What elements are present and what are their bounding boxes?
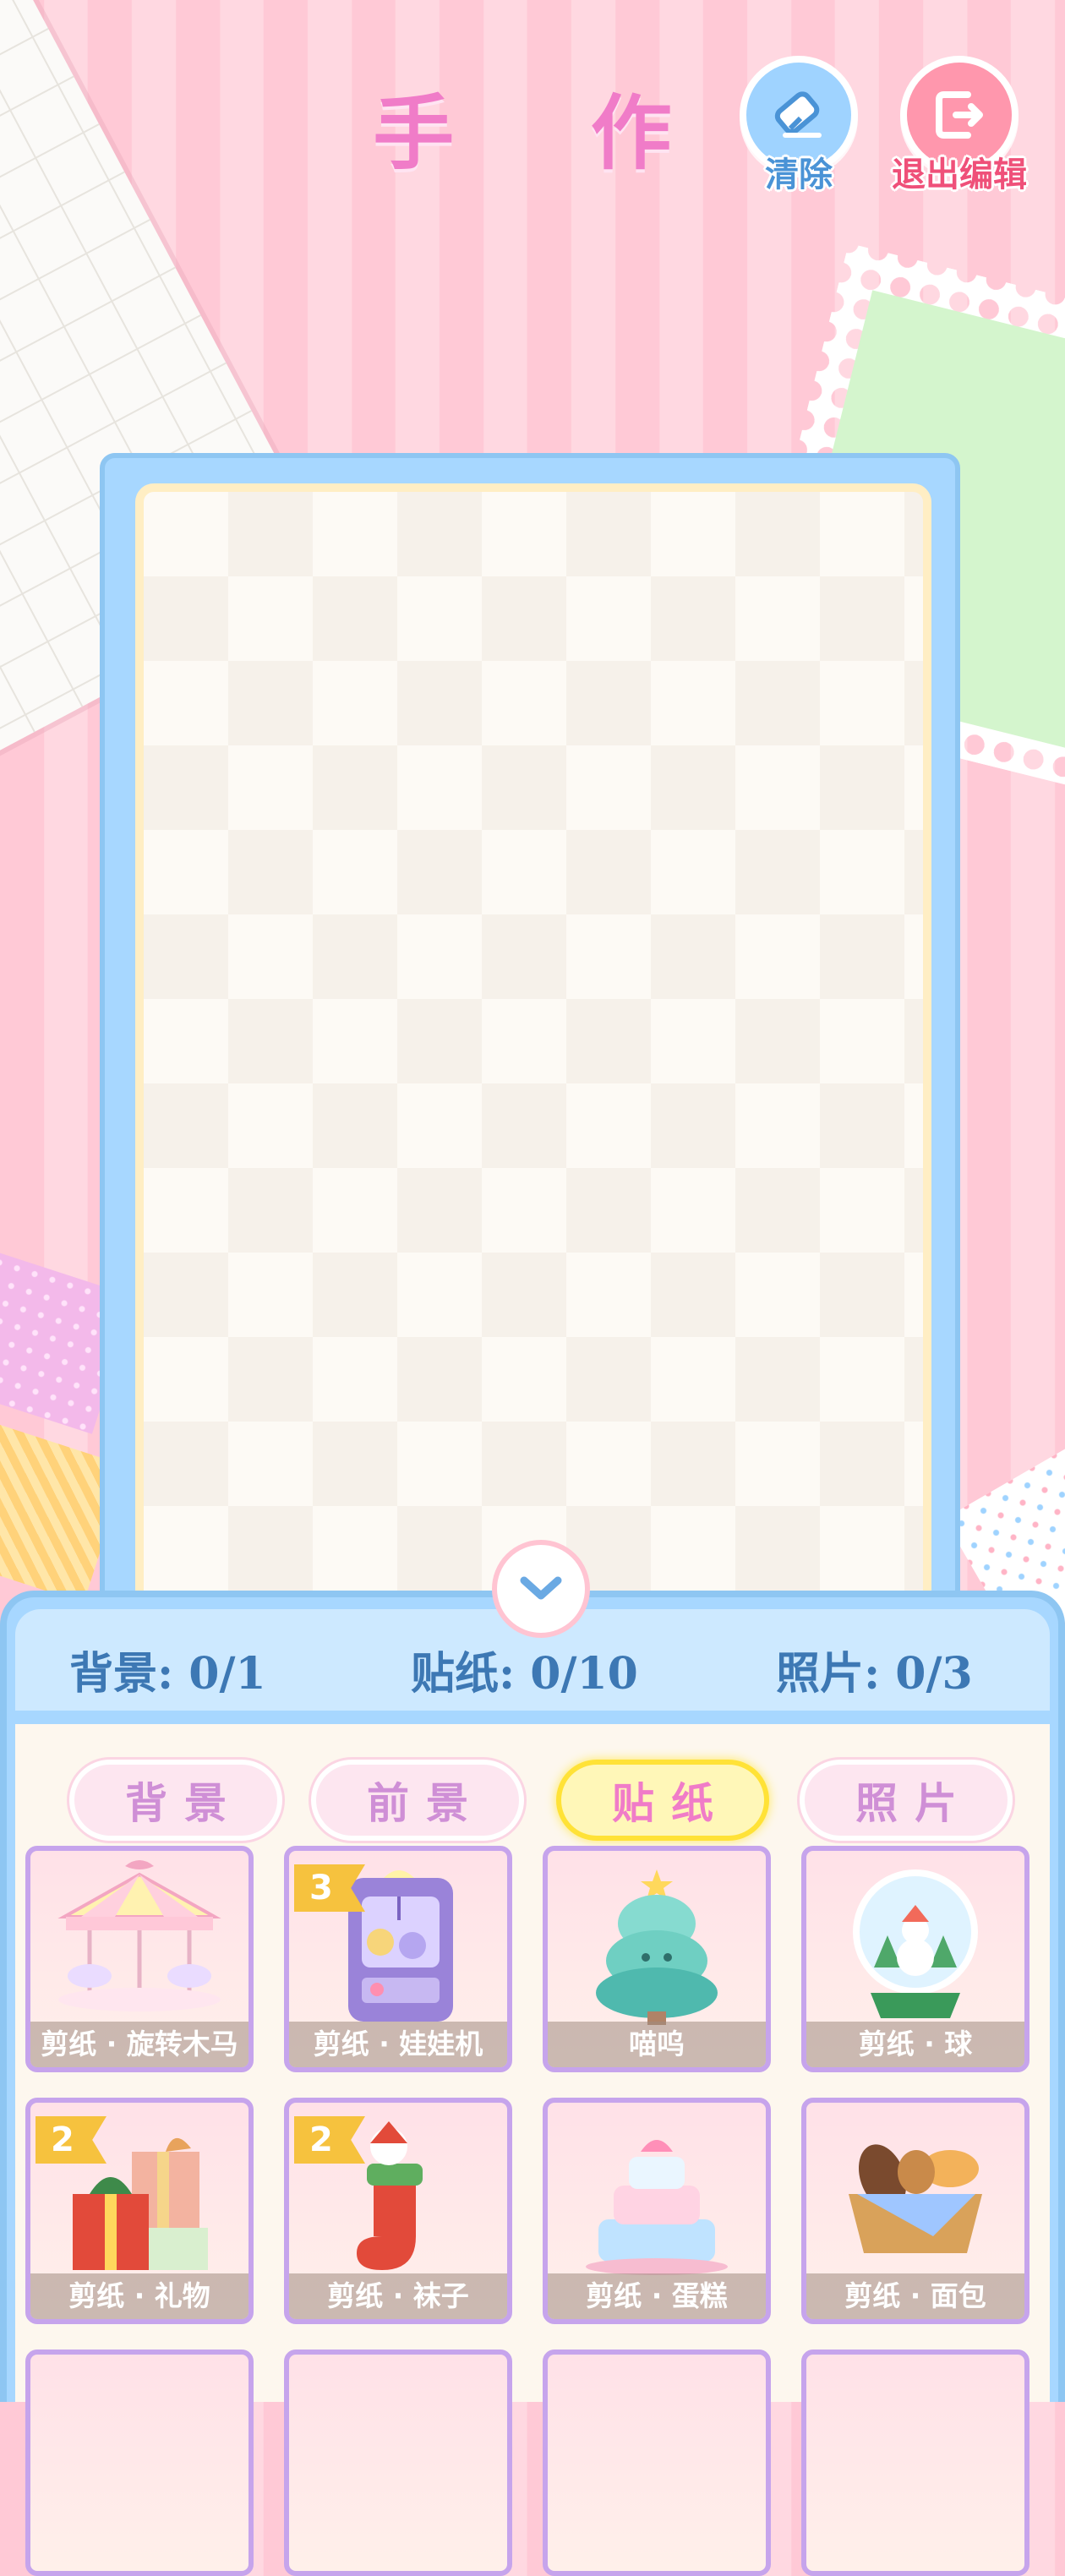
tab-background[interactable]: 背景 [69,1760,282,1841]
cake-icon [548,2109,766,2279]
sticker-item-label: 剪纸 · 袜子 [289,2273,507,2319]
editing-canvas[interactable] [135,483,931,1623]
snow-globe-icon [806,1858,1024,2027]
chevron-down-icon [520,1576,562,1600]
sticker-item-label: 剪纸 · 礼物 [30,2273,248,2319]
sticker-item[interactable] [284,2350,512,2576]
sticker-item-label: 剪纸 · 旋转木马 [30,2022,248,2067]
tab-stickers[interactable]: 贴纸 [556,1760,769,1841]
sticker-item[interactable]: 剪纸 · 面包 [801,2098,1030,2324]
sticker-item-label: 剪纸 · 娃娃机 [289,2022,507,2067]
sticker-item[interactable]: 喵呜 [543,1846,771,2072]
cat-tree-icon [548,1858,766,2027]
sticker-item[interactable]: 剪纸 · 蛋糕 [543,2098,771,2324]
sticker-item[interactable] [25,2350,254,2576]
sticker-item[interactable]: 3 剪纸 · 娃娃机 [284,1846,512,2072]
sticker-count: 贴纸: 0/10 [411,1648,638,1700]
sticker-item[interactable] [543,2350,771,2576]
tab-foreground[interactable]: 前景 [311,1760,524,1841]
sticker-item-label: 剪纸 · 球 [806,2022,1024,2067]
background-count: 背景: 0/1 [69,1648,266,1700]
bread-basket-icon [806,2109,1024,2279]
clear-button[interactable]: 清除 [735,56,862,194]
tab-photos[interactable]: 照片 [800,1760,1013,1841]
sticker-item[interactable]: 剪纸 · 旋转木马 [25,1846,254,2072]
sticker-item-label: 剪纸 · 面包 [806,2273,1024,2319]
carousel-icon [30,1858,248,2027]
sticker-item[interactable]: 2 剪纸 · 袜子 [284,2098,512,2324]
sticker-item-label: 剪纸 · 蛋糕 [548,2273,766,2319]
sticker-item[interactable]: 剪纸 · 球 [801,1846,1030,2072]
sticker-item-label: 喵呜 [548,2022,766,2067]
sticker-item[interactable] [801,2350,1030,2576]
photo-count: 照片: 0/3 [776,1648,973,1700]
exit-edit-button[interactable]: 退出编辑 [892,56,1027,194]
sticker-item[interactable]: 2 剪纸 · 礼物 [25,2098,254,2324]
collapse-panel-button[interactable] [492,1540,590,1638]
exit-edit-label: 退出编辑 [892,156,1027,194]
canvas-frame [100,453,960,1628]
